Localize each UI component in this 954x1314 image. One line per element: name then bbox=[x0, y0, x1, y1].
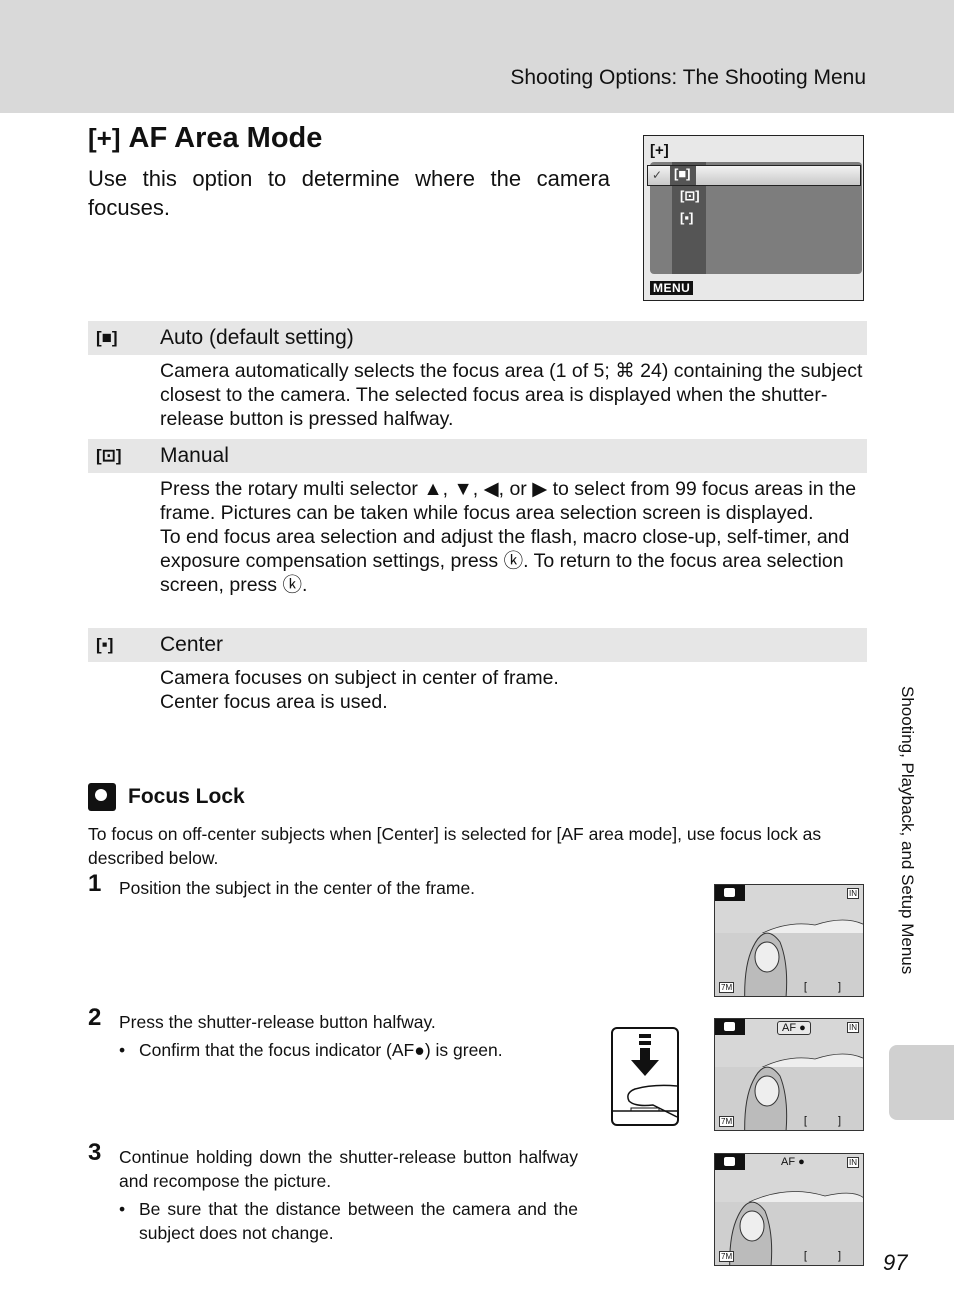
step-number: 1 bbox=[88, 870, 102, 897]
focus-lock-intro: To focus on off-center subjects when [Ce… bbox=[88, 824, 822, 868]
center-area-icon[interactable]: [▪] bbox=[680, 210, 693, 225]
option-auto: [■] Auto (default setting) Camera automat… bbox=[88, 321, 867, 431]
step-2: 2 Press the shutter-release button halfw… bbox=[88, 1006, 588, 1063]
focus-bracket: [ ] bbox=[803, 1115, 855, 1127]
option-manual: [⊡] Manual Press the rotary multi selecto… bbox=[88, 439, 867, 597]
option-desc: Center focus area is used. bbox=[160, 691, 388, 713]
auto-area-icon: [■] bbox=[96, 328, 118, 347]
option-desc: Camera focuses on subject in center of f… bbox=[160, 667, 559, 689]
option-desc: Press the rotary multi selector ▲, ▼, ◀,… bbox=[160, 478, 857, 524]
option-desc: Camera automatically selects the focus a… bbox=[160, 360, 863, 430]
check-icon: ✓ bbox=[652, 168, 663, 182]
viewfinder-photo-3: AF ● IN 7M [ ] bbox=[714, 1153, 864, 1266]
focus-indicator: AF ● bbox=[781, 1156, 805, 1168]
header-title: Shooting Options: The Shooting Menu bbox=[510, 66, 866, 89]
image-size-icon: 7M bbox=[719, 1116, 735, 1127]
internal-memory-icon: IN bbox=[847, 1157, 859, 1168]
side-tab-label: Shooting, Playback, and Setup Menus bbox=[898, 686, 917, 975]
menu-option-selected[interactable]: ✓ [■] bbox=[647, 165, 861, 186]
viewfinder-photo-1: IN 7M [ ] bbox=[714, 884, 864, 997]
camera-mode-icon bbox=[715, 1019, 745, 1035]
focus-indicator: AF ● bbox=[777, 1021, 811, 1035]
step-bullet: Confirm that the focus indicator (AF●) i… bbox=[119, 1038, 588, 1062]
step-text: Continue holding down the shutter-releas… bbox=[119, 1147, 578, 1191]
internal-memory-icon: IN bbox=[847, 888, 859, 899]
camera-menu-screen: [+] ✓ [■] [⊡] [▪] MENU bbox=[643, 135, 864, 301]
section-title-text: AF Area Mode bbox=[128, 122, 323, 154]
section-intro: Use this option to determine where the c… bbox=[88, 166, 610, 220]
center-area-icon: [▪] bbox=[96, 635, 114, 654]
image-size-icon: 7M bbox=[719, 982, 735, 993]
page-number: 97 bbox=[883, 1250, 908, 1275]
option-desc: To end focus area selection and adjust t… bbox=[160, 526, 850, 596]
focus-lock-title-text: Focus Lock bbox=[128, 785, 245, 808]
option-label: Auto (default setting) bbox=[160, 326, 354, 349]
af-area-icon: [+] bbox=[650, 142, 669, 159]
step-text: Press the shutter-release button halfway… bbox=[119, 1012, 436, 1032]
shutter-button-illustration bbox=[611, 1027, 679, 1126]
page-header: Shooting Options: The Shooting Menu bbox=[0, 0, 954, 113]
image-size-icon: 7M bbox=[719, 1251, 735, 1262]
focus-bracket: [ ] bbox=[803, 981, 855, 993]
step-bullet: Be sure that the distance between the ca… bbox=[119, 1197, 578, 1245]
focus-lock-title: Focus Lock bbox=[88, 783, 245, 811]
shutter-press-icon bbox=[613, 1034, 678, 1118]
option-label: Center bbox=[160, 633, 224, 656]
af-area-icon: [+] bbox=[88, 123, 121, 153]
camera-mode-icon bbox=[715, 1154, 745, 1170]
tip-icon bbox=[88, 783, 116, 811]
menu-icon: MENU bbox=[650, 281, 694, 295]
option-center: [▪] Center Camera focuses on subject in c… bbox=[88, 628, 867, 714]
camera-mode-icon bbox=[715, 885, 745, 901]
section-title: [+] AF Area Mode bbox=[88, 122, 322, 155]
focus-bracket: [ ] bbox=[803, 1250, 855, 1262]
manual-area-icon[interactable]: [⊡] bbox=[680, 188, 700, 204]
manual-area-icon: [⊡] bbox=[96, 446, 122, 465]
option-label: Manual bbox=[160, 444, 229, 467]
step-text: Position the subject in the center of th… bbox=[119, 878, 476, 898]
auto-area-icon: [■] bbox=[674, 166, 691, 181]
step-3: 3 Continue holding down the shutter-rele… bbox=[88, 1141, 578, 1245]
step-1: 1 Position the subject in the center of … bbox=[88, 872, 508, 900]
menu-panel: ✓ [■] [⊡] [▪] bbox=[647, 162, 862, 274]
internal-memory-icon: IN bbox=[847, 1022, 859, 1033]
step-number: 2 bbox=[88, 1004, 102, 1031]
step-number: 3 bbox=[88, 1139, 102, 1166]
section-tab bbox=[889, 1045, 954, 1120]
viewfinder-photo-2: AF ● IN 7M [ ] bbox=[714, 1018, 864, 1131]
